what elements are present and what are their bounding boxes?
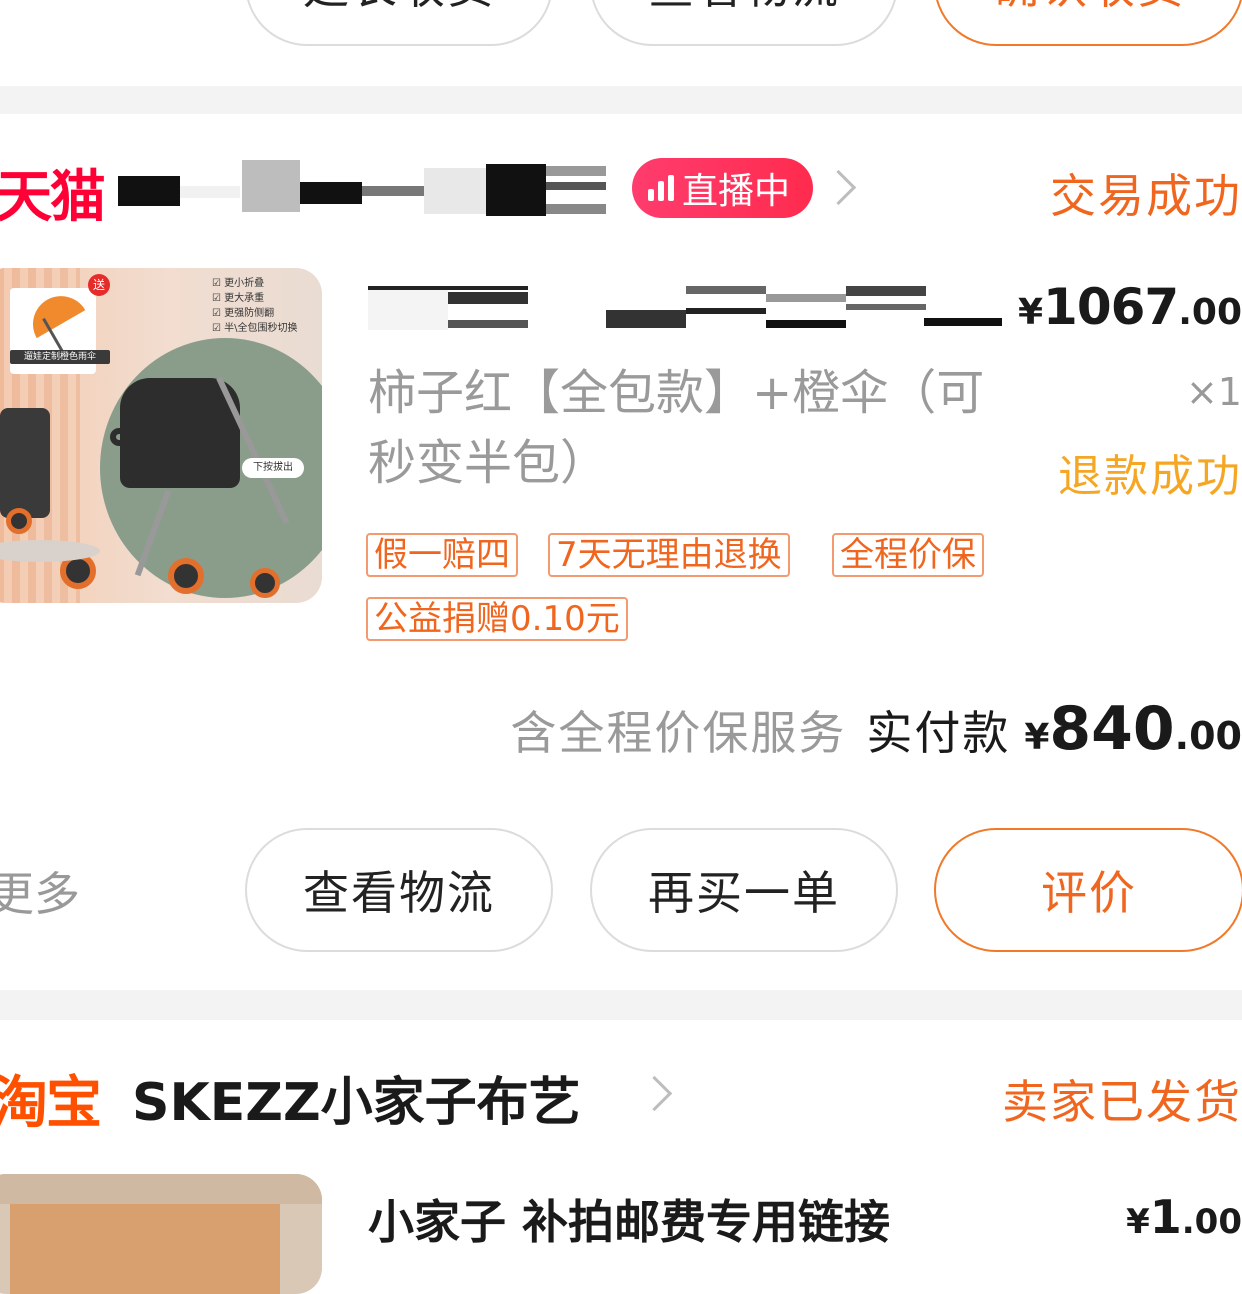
refund-status[interactable]: 退款成功 [1058, 440, 1242, 504]
product-title[interactable]: 小家子 补拍邮费专用链接 [368, 1186, 890, 1252]
shop-name-redacted[interactable] [118, 160, 608, 216]
item-price: ¥1.00 [1126, 1190, 1242, 1244]
tag-7day-return[interactable]: 7天无理由退换 [548, 533, 790, 577]
tag-charity-donation[interactable]: 公益捐赠0.10元 [366, 597, 628, 641]
order-status: 卖家已发货 [1002, 1075, 1242, 1129]
chevron-right-icon[interactable] [820, 169, 857, 206]
view-logistics-button-top[interactable]: 查看物流 [590, 0, 898, 46]
view-logistics-button[interactable]: 查看物流 [245, 828, 553, 952]
tag-price-protection[interactable]: 全程价保 [832, 533, 984, 577]
product-title-redacted[interactable] [368, 282, 1004, 330]
review-label: 评价 [1041, 866, 1137, 920]
order-divider [0, 990, 1242, 1020]
product-image[interactable]: 送 遛娃定制橙色雨伞 ☑ 更小折叠 ☑ 更大承重 ☑ 更强防侧翻 ☑ 半\全包围… [0, 268, 322, 603]
paid-label: 实付款 [866, 706, 1011, 760]
order-divider [0, 86, 1242, 114]
item-quantity: ×1 [1185, 370, 1242, 414]
confirm-receipt-label: 确认收货 [993, 0, 1185, 17]
feature-list: ☑ 更小折叠 ☑ 更大承重 ☑ 更强防侧翻 ☑ 半\全包围秒切换 [212, 278, 298, 334]
paid-amount: ¥840.00 [1024, 694, 1242, 764]
live-streaming-badge[interactable]: 直播中 [632, 158, 813, 218]
product-spec: 柿子红【全包款】+橙伞（可秒变半包） [368, 365, 985, 491]
tmall-logo: 天猫 [0, 165, 106, 230]
item-price: ¥1067.00 [1017, 278, 1242, 336]
buy-again-label: 再买一单 [648, 866, 840, 920]
product-image-blurred[interactable] [0, 1174, 322, 1294]
price-protection-note: 含全程价保服务 [510, 706, 847, 760]
shop-name[interactable]: SKEZZ小家子布艺 [132, 1060, 581, 1135]
gift-icon: 送 [88, 274, 110, 296]
extend-receipt-label: 延长收货 [303, 0, 495, 17]
view-logistics-label: 查看物流 [303, 866, 495, 920]
view-logistics-label-top: 查看物流 [648, 0, 840, 17]
umbrella-caption: 遛娃定制橙色雨伞 [23, 352, 96, 362]
confirm-receipt-button[interactable]: 确认收货 [934, 0, 1242, 46]
extend-receipt-button[interactable]: 延长收货 [245, 0, 553, 46]
umbrella-icon [22, 285, 86, 355]
press-hint-label: 下按拔出 [253, 462, 293, 473]
more-actions-link[interactable]: 更多 [0, 858, 80, 924]
tag-fake-compensation[interactable]: 假一赔四 [366, 533, 518, 577]
live-bars-icon [648, 175, 674, 201]
chevron-right-icon[interactable] [636, 1075, 673, 1112]
taobao-logo: 淘宝 [0, 1071, 102, 1136]
live-badge-label: 直播中 [682, 171, 791, 212]
payment-summary: 含全程价保服务 实付款 ¥840.00 [510, 694, 1242, 764]
order-status: 交易成功 [1050, 169, 1242, 223]
buy-again-button[interactable]: 再买一单 [590, 828, 898, 952]
review-button[interactable]: 评价 [934, 828, 1242, 952]
